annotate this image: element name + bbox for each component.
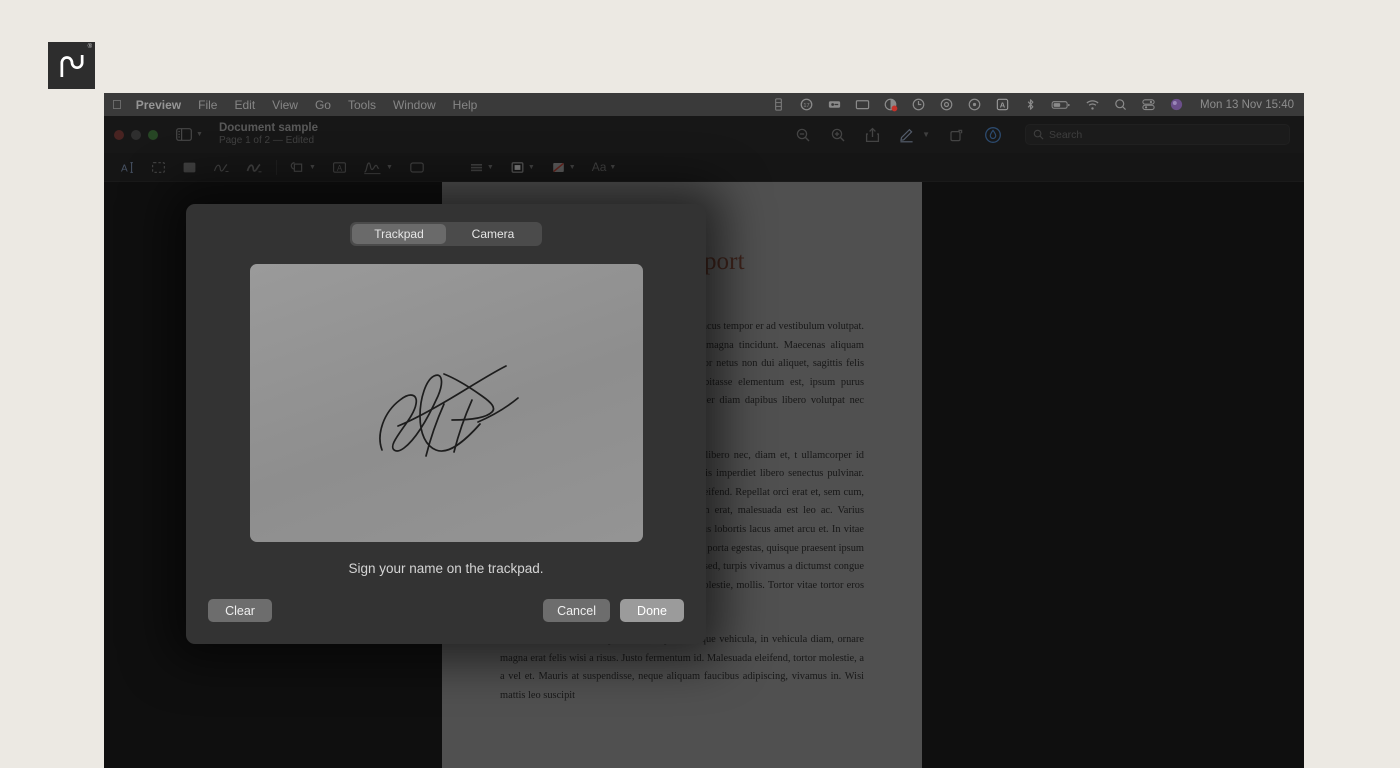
record-dot-icon[interactable] bbox=[883, 97, 898, 112]
chevron-down-icon: ▼ bbox=[486, 163, 494, 171]
text-selection-tool[interactable]: A bbox=[112, 156, 143, 178]
clockwise-icon[interactable] bbox=[911, 97, 926, 112]
play-circle-icon[interactable] bbox=[967, 97, 982, 112]
menu-file[interactable]: File bbox=[198, 98, 217, 112]
instant-alpha-tool[interactable] bbox=[174, 156, 205, 178]
wifi-icon[interactable] bbox=[1085, 97, 1100, 112]
bluetooth-icon[interactable] bbox=[1023, 97, 1038, 112]
menu-edit[interactable]: Edit bbox=[234, 98, 255, 112]
registered-mark-icon: ® bbox=[87, 44, 92, 50]
user-avatar-icon[interactable] bbox=[1169, 97, 1184, 112]
traffic-lights bbox=[114, 129, 158, 140]
timer-icon[interactable]: 17 bbox=[799, 97, 814, 112]
mac-desktop:  Preview File Edit View Go Tools Window… bbox=[104, 93, 1304, 768]
spotlight-search-icon[interactable] bbox=[1113, 97, 1128, 112]
menu-view[interactable]: View bbox=[272, 98, 298, 112]
tab-camera[interactable]: Camera bbox=[446, 224, 540, 244]
display-icon[interactable] bbox=[855, 97, 870, 112]
signature-dialog-actions: Clear Cancel Done bbox=[208, 599, 684, 622]
fill-color-tool[interactable]: ▼ bbox=[543, 156, 584, 178]
close-button[interactable] bbox=[114, 129, 124, 140]
keyboard-key-icon[interactable] bbox=[827, 97, 842, 112]
apple-menu-icon[interactable]:  bbox=[112, 98, 122, 111]
cancel-button[interactable]: Cancel bbox=[543, 599, 610, 622]
window-titlebar: ▼ Document sample Page 1 of 2 — Edited ▼… bbox=[104, 116, 1304, 153]
note-tool[interactable] bbox=[401, 156, 433, 178]
menu-window[interactable]: Window bbox=[393, 98, 436, 112]
chevron-down-icon: ▼ bbox=[309, 163, 316, 171]
sidebar-icon bbox=[176, 128, 192, 141]
chevron-down-icon: ▼ bbox=[609, 163, 617, 171]
share-icon[interactable] bbox=[865, 127, 880, 143]
search-icon bbox=[1033, 129, 1044, 140]
annotation-toolbar: A ▼ A ▼ ▼ ▼ ▼ Aa ▼ bbox=[104, 153, 1304, 182]
pandadoc-logo: ® bbox=[48, 42, 95, 89]
figma-icon[interactable] bbox=[771, 97, 786, 112]
text-tool[interactable]: A bbox=[324, 156, 355, 178]
text-style-tool[interactable]: Aa ▼ bbox=[584, 156, 625, 178]
chevron-down-icon: ▼ bbox=[527, 163, 535, 171]
done-button[interactable]: Done bbox=[620, 599, 684, 622]
minimize-button[interactable] bbox=[131, 129, 141, 140]
signature-source-tabs: Trackpad Camera bbox=[350, 222, 542, 246]
window-toolbar-right: ▼ Search bbox=[795, 124, 1290, 145]
control-center-icon[interactable] bbox=[1141, 97, 1156, 112]
document-subtitle: Page 1 of 2 — Edited bbox=[218, 135, 315, 147]
pandadoc-mark-icon bbox=[59, 54, 84, 77]
document-title: Document sample bbox=[218, 121, 318, 134]
markup-chevron-icon[interactable]: ▼ bbox=[922, 130, 930, 139]
chevron-down-icon: ▼ bbox=[568, 163, 576, 171]
zoom-in-icon[interactable] bbox=[830, 127, 846, 143]
signature-stroke-icon bbox=[379, 365, 519, 457]
annotate-icon[interactable] bbox=[984, 126, 1002, 144]
svg-text:A: A bbox=[121, 163, 128, 174]
shape-style-tool[interactable]: ▼ bbox=[461, 156, 502, 178]
shapes-tool[interactable]: ▼ bbox=[282, 156, 324, 178]
svg-text:A: A bbox=[1000, 101, 1006, 110]
menu-help[interactable]: Help bbox=[453, 98, 478, 112]
search-input[interactable]: Search bbox=[1025, 124, 1290, 145]
document-meta: Document sample Page 1 of 2 — Edited bbox=[219, 122, 318, 147]
screenshot-root: ®  Preview File Edit View Go Tools Wind… bbox=[0, 0, 1400, 768]
chevron-down-icon: ▼ bbox=[385, 163, 393, 171]
markup-pen-icon[interactable] bbox=[899, 127, 914, 143]
svg-text:17: 17 bbox=[803, 103, 809, 109]
sidebar-toggle-button[interactable]: ▼ bbox=[176, 128, 203, 141]
rectangular-selection-tool[interactable] bbox=[143, 156, 174, 178]
zoom-out-icon[interactable] bbox=[795, 127, 811, 143]
zoom-button[interactable] bbox=[148, 129, 158, 140]
preview-window: ▼ Document sample Page 1 of 2 — Edited ▼… bbox=[104, 116, 1304, 768]
macos-menu-bar:  Preview File Edit View Go Tools Window… bbox=[104, 93, 1304, 116]
tab-trackpad[interactable]: Trackpad bbox=[352, 224, 446, 244]
signature-hint-text: Sign your name on the trackpad. bbox=[348, 561, 544, 576]
clear-button[interactable]: Clear bbox=[208, 599, 272, 622]
text-style-label: Aa bbox=[591, 160, 607, 174]
signature-tool[interactable]: ▼ bbox=[355, 156, 401, 178]
border-color-tool[interactable]: ▼ bbox=[502, 156, 543, 178]
signature-canvas[interactable] bbox=[249, 264, 643, 542]
rotate-icon[interactable] bbox=[949, 127, 965, 143]
chevron-down-icon: ▼ bbox=[196, 131, 203, 138]
search-placeholder: Search bbox=[1049, 128, 1083, 141]
draw-tool[interactable] bbox=[238, 156, 271, 178]
svg-text:A: A bbox=[337, 164, 343, 173]
battery-icon[interactable] bbox=[1051, 97, 1072, 112]
primary-actions: Cancel Done bbox=[543, 599, 684, 622]
toolbar-divider bbox=[276, 159, 277, 175]
sketch-tool[interactable] bbox=[205, 156, 238, 178]
text-input-source-icon[interactable]: A bbox=[995, 97, 1010, 112]
signature-capture-dialog: Trackpad Camera Sign your name on the tr… bbox=[186, 204, 706, 644]
menu-bar-clock[interactable]: Mon 13 Nov 15:40 bbox=[1200, 99, 1294, 111]
menu-go[interactable]: Go bbox=[315, 98, 331, 112]
menu-preview[interactable]: Preview bbox=[136, 98, 181, 112]
counterclockwise-icon[interactable] bbox=[939, 97, 954, 112]
menu-tools[interactable]: Tools bbox=[348, 98, 376, 112]
